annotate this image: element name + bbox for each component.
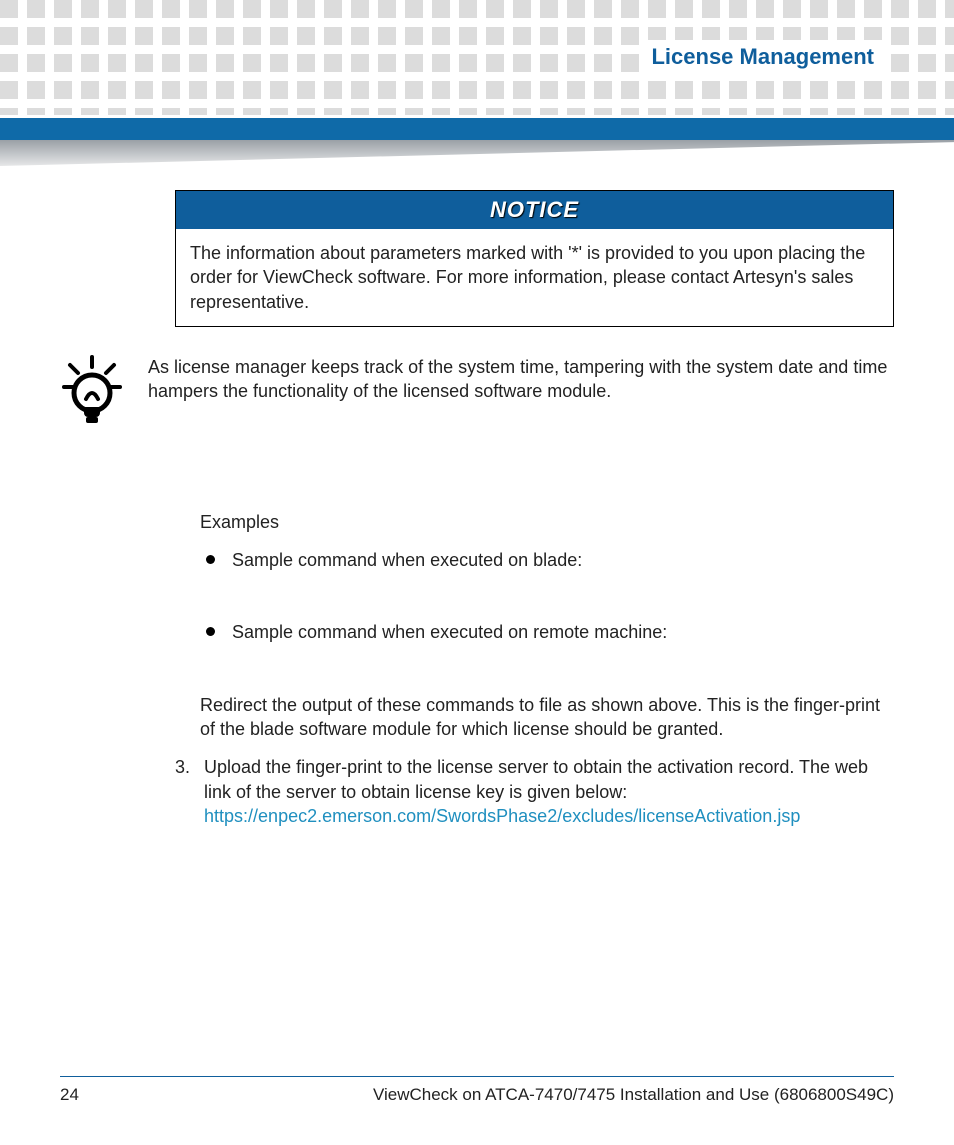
redirect-text: Redirect the output of these commands to… (200, 693, 894, 742)
tip-text: As license manager keeps track of the sy… (148, 355, 894, 404)
step-number-3: 3. (175, 755, 190, 828)
notice-text: The information about parameters marked … (176, 229, 893, 326)
example-bullet-2: Sample command when executed on remote m… (200, 620, 894, 644)
examples-heading: Examples (200, 510, 894, 534)
page-section-title: License Management (641, 40, 884, 74)
document-title: ViewCheck on ATCA-7470/7475 Installation… (373, 1085, 894, 1105)
license-activation-link[interactable]: https://enpec2.emerson.com/SwordsPhase2/… (204, 806, 800, 826)
header-blue-bar (0, 118, 954, 140)
header-gray-wedge (0, 140, 954, 166)
example-bullet-1: Sample command when executed on blade: (200, 548, 894, 572)
lightbulb-icon (60, 355, 130, 440)
step3-text: Upload the finger-print to the license s… (204, 757, 868, 801)
page-number: 24 (60, 1085, 79, 1105)
notice-heading: NOTICE (176, 191, 893, 229)
notice-box: NOTICE The information about parameters … (175, 190, 894, 327)
